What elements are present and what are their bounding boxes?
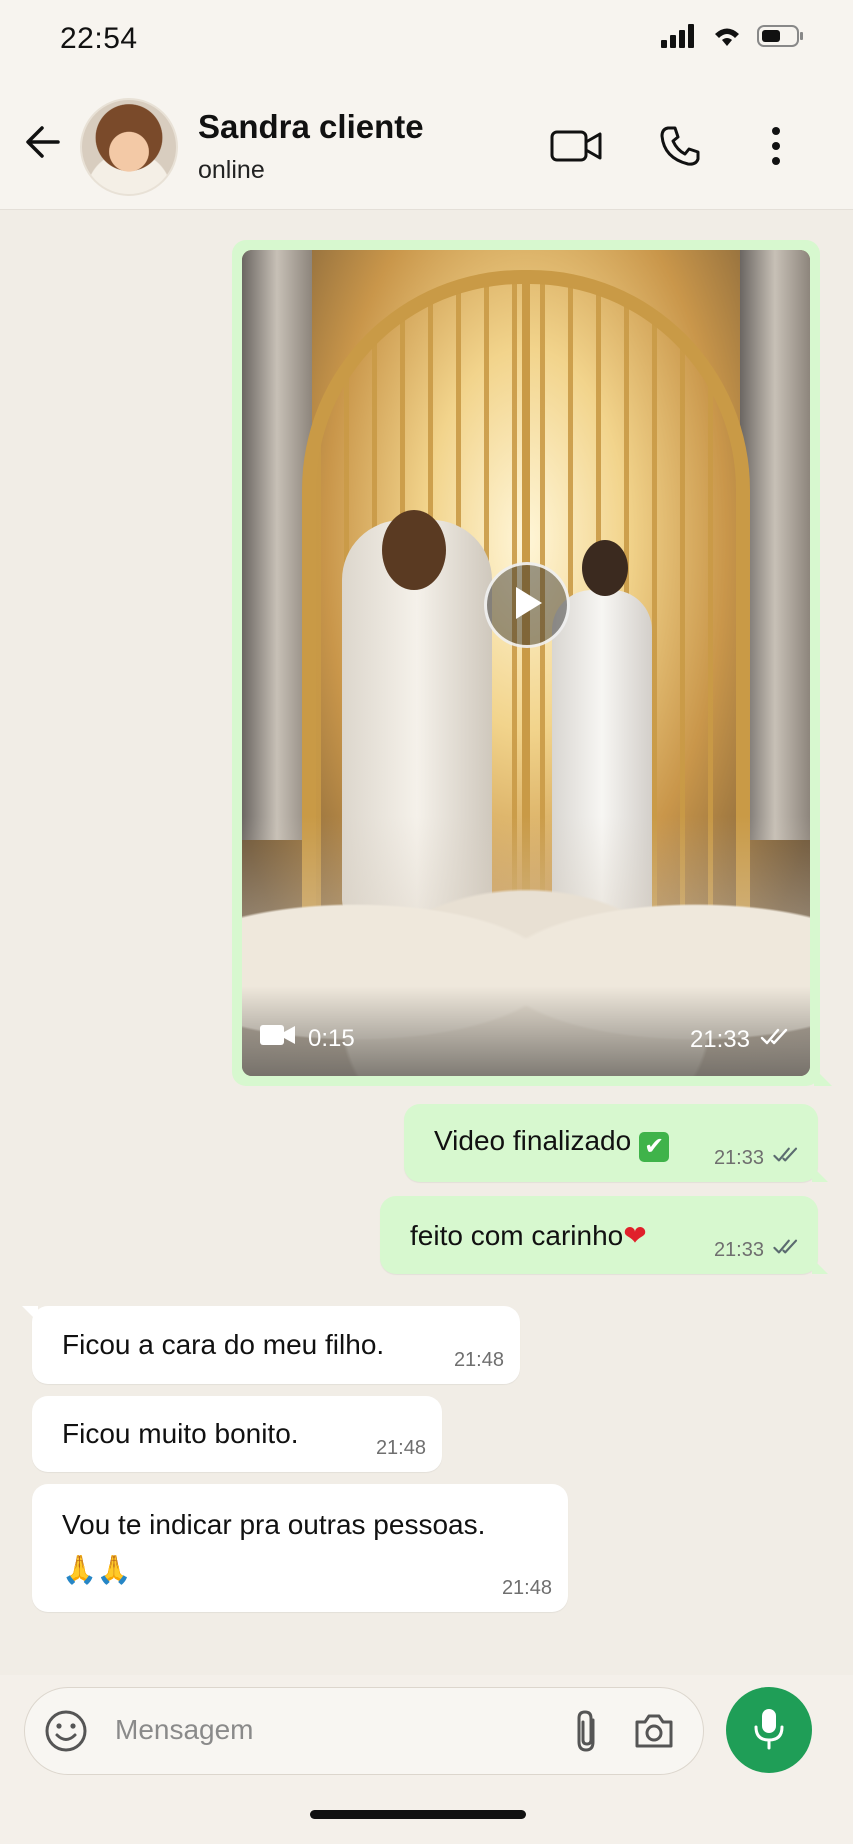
- message-text: Ficou muito bonito.: [62, 1418, 299, 1449]
- video-camera-icon: [550, 128, 602, 169]
- video-timestamp: 21:33: [690, 1026, 792, 1054]
- message-text: Ficou a cara do meu filho.: [62, 1329, 385, 1360]
- home-indicator[interactable]: [310, 1810, 526, 1819]
- chat-header: Sandra cliente online: [0, 90, 853, 210]
- thumbnail-pillar-right: [740, 250, 810, 840]
- paperclip-icon: [571, 1710, 603, 1758]
- message-meta: 21:33: [714, 1238, 802, 1262]
- check-mark-emoji: ✔: [639, 1131, 670, 1162]
- play-button[interactable]: [484, 562, 570, 648]
- battery-icon: [757, 24, 805, 53]
- status-bar: 22:54: [0, 0, 853, 90]
- message-text-wrap: Video finalizado ✔: [422, 1124, 670, 1162]
- video-message-bubble[interactable]: 0:15 21:33: [232, 240, 832, 1086]
- status-time: 22:54: [60, 22, 138, 55]
- double-check-icon: [772, 1146, 802, 1170]
- message-time: 21:48: [375, 1437, 426, 1459]
- phone-icon: [658, 124, 702, 173]
- video-camera-icon: [260, 1023, 296, 1054]
- message-text-wrap: feito com carinho❤: [398, 1219, 647, 1252]
- attach-button[interactable]: [571, 1708, 603, 1759]
- voice-message-button[interactable]: [726, 1687, 812, 1773]
- double-check-icon: [772, 1238, 802, 1262]
- wifi-icon: [711, 24, 743, 53]
- emoji-button[interactable]: [43, 1708, 89, 1759]
- double-check-icon: [760, 1026, 792, 1054]
- message-time: 21:48: [453, 1349, 504, 1371]
- video-time-text: 21:33: [689, 1026, 750, 1053]
- video-thumbnail[interactable]: 0:15 21:33: [242, 250, 810, 1076]
- camera-icon: [631, 1714, 677, 1758]
- message-text: Vou te indicar pra outras pessoas.: [62, 1509, 486, 1541]
- video-duration-text: 0:15: [308, 1024, 355, 1052]
- smiley-icon: [43, 1710, 89, 1758]
- thumbnail-figure-robe-head: [382, 510, 446, 590]
- message-time: 21:48: [501, 1577, 552, 1599]
- message-time: 21:33: [713, 1146, 764, 1169]
- message-meta: 21:33: [714, 1146, 802, 1170]
- status-icons: [661, 24, 805, 53]
- message-bubble-outgoing[interactable]: Video finalizado ✔ 21:33: [404, 1104, 828, 1182]
- contact-status: online: [198, 156, 265, 184]
- message-text: Video finalizado: [434, 1124, 632, 1156]
- video-duration: 0:15: [260, 1023, 355, 1054]
- praying-hands-emoji: 🙏🙏: [62, 1554, 132, 1585]
- message-time: 21:33: [713, 1238, 764, 1261]
- kebab-menu-icon: [770, 126, 782, 171]
- back-button[interactable]: [22, 120, 66, 164]
- message-meta: 21:48: [502, 1577, 552, 1600]
- message-text: feito com carinho: [410, 1219, 624, 1251]
- thumbnail-figure-boy-head: [582, 540, 628, 596]
- contact-name[interactable]: Sandra cliente: [198, 108, 424, 146]
- camera-button[interactable]: [631, 1708, 677, 1759]
- message-meta: 21:48: [454, 1349, 504, 1372]
- voice-call-button[interactable]: [652, 120, 708, 176]
- message-bubble-incoming[interactable]: Ficou muito bonito. 21:48: [32, 1396, 442, 1472]
- message-bubble-incoming[interactable]: Ficou a cara do meu filho. 21:48: [22, 1306, 520, 1384]
- play-icon: [510, 584, 544, 627]
- signal-icon: [661, 24, 697, 53]
- message-bubble-outgoing[interactable]: feito com carinho❤ 21:33: [380, 1196, 828, 1274]
- message-input-container[interactable]: Mensagem: [24, 1687, 704, 1775]
- heart-emoji: ❤: [623, 1219, 647, 1251]
- video-call-button[interactable]: [548, 120, 604, 176]
- arrow-left-icon: [22, 126, 66, 168]
- more-options-button[interactable]: [748, 120, 804, 176]
- message-input[interactable]: Mensagem: [115, 1714, 254, 1746]
- message-bubble-incoming[interactable]: Vou te indicar pra outras pessoas. 🙏🙏 21…: [32, 1484, 568, 1612]
- microphone-icon: [749, 1705, 789, 1756]
- message-meta: 21:48: [376, 1437, 426, 1460]
- contact-avatar[interactable]: [80, 98, 178, 196]
